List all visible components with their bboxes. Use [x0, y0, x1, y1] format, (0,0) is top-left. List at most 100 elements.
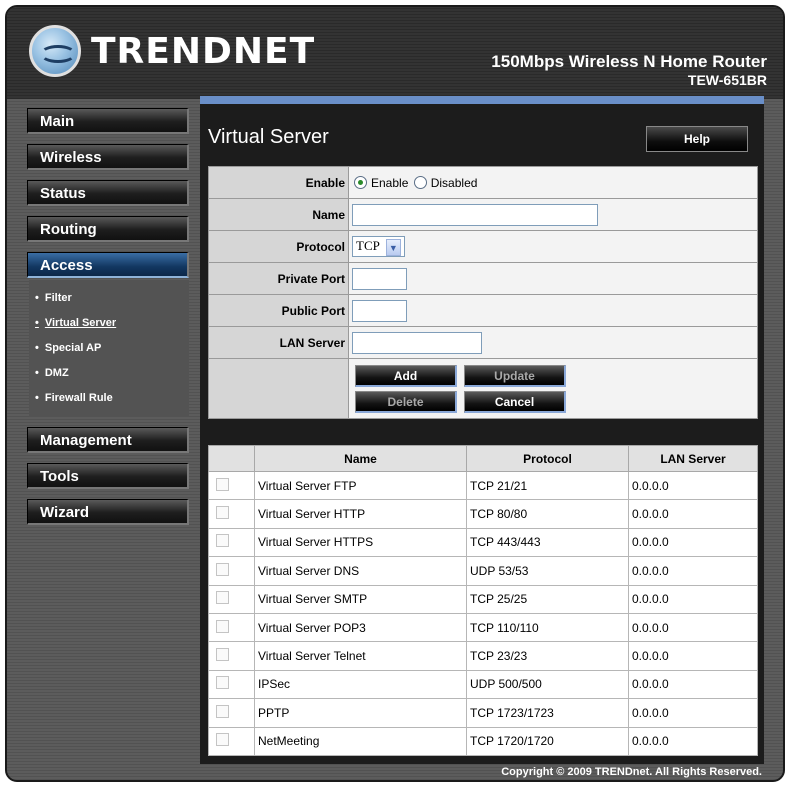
nav-wizard[interactable]: Wizard: [27, 499, 189, 525]
row-lan-server: 0.0.0.0: [628, 556, 758, 586]
row-protocol: TCP 23/23: [466, 641, 629, 671]
row-name: Virtual Server FTP: [254, 470, 467, 501]
row-protocol: TCP 1723/1723: [466, 698, 629, 728]
table-row[interactable]: PPTP TCP 1723/1723 0.0.0.0: [208, 698, 758, 728]
disable-radio-label: Disabled: [430, 175, 478, 190]
bullet-icon: •: [35, 292, 39, 304]
table-row[interactable]: Virtual Server POP3 TCP 110/110 0.0.0.0: [208, 612, 758, 643]
private-port-row: Private Port: [208, 262, 758, 295]
brand-name: TRENDNET: [91, 30, 316, 72]
table-row[interactable]: NetMeeting TCP 1720/1720 0.0.0.0: [208, 726, 758, 756]
bullet-icon: •: [35, 367, 39, 379]
nav-management[interactable]: Management: [27, 427, 189, 453]
row-checkbox[interactable]: [216, 676, 229, 690]
update-button[interactable]: Update: [464, 364, 566, 387]
product-info: 150Mbps Wireless N Home Router TEW-651BR: [491, 52, 767, 88]
virtual-server-form: Enable Enable Disabled Name Protocol TCP…: [208, 166, 758, 419]
subnav-firewall-rule[interactable]: • Firewall Rule: [35, 386, 189, 411]
public-port-input[interactable]: [352, 299, 407, 322]
delete-button[interactable]: Delete: [355, 390, 457, 413]
brand-logo: TRENDNET: [29, 25, 315, 77]
row-protocol: TCP 110/110: [466, 612, 629, 643]
row-protocol: UDP 500/500: [466, 669, 629, 700]
name-input[interactable]: [352, 203, 598, 226]
row-lan-server: 0.0.0.0: [628, 698, 758, 728]
row-protocol: TCP 1720/1720: [466, 726, 629, 756]
nav-routing[interactable]: Routing: [27, 216, 189, 242]
row-checkbox[interactable]: [216, 506, 229, 520]
subnav-special-ap[interactable]: • Special AP: [35, 336, 189, 361]
subnav-virtual-server[interactable]: • Virtual Server: [35, 311, 189, 336]
row-name: IPSec: [254, 669, 467, 700]
row-checkbox[interactable]: [216, 704, 229, 718]
table-row[interactable]: Virtual Server HTTP TCP 80/80 0.0.0.0: [208, 499, 758, 529]
nav-wireless[interactable]: Wireless: [27, 144, 189, 170]
bullet-icon: •: [35, 317, 39, 329]
row-name: Virtual Server Telnet: [254, 641, 467, 671]
disable-radio[interactable]: [413, 175, 427, 189]
row-lan-server: 0.0.0.0: [628, 641, 758, 671]
virtual-server-table: Name Protocol LAN Server Virtual Server …: [208, 445, 758, 756]
nav-tools[interactable]: Tools: [27, 463, 189, 489]
subnav-special-ap-label: Special AP: [44, 342, 102, 354]
nav-access[interactable]: Access: [27, 252, 189, 278]
protocol-selected-value: TCP: [356, 238, 380, 253]
row-checkbox[interactable]: [216, 477, 229, 491]
row-lan-server: 0.0.0.0: [628, 584, 758, 614]
cancel-button[interactable]: Cancel: [464, 390, 566, 413]
private-port-input[interactable]: [352, 267, 407, 290]
table-row[interactable]: Virtual Server HTTPS TCP 443/443 0.0.0.0: [208, 527, 758, 558]
row-lan-server: 0.0.0.0: [628, 499, 758, 529]
action-spacer: [208, 358, 349, 419]
table-row[interactable]: Virtual Server FTP TCP 21/21 0.0.0.0: [208, 470, 758, 501]
lan-server-column-header: LAN Server: [628, 445, 758, 472]
row-protocol: TCP 443/443: [466, 527, 629, 558]
nav-main[interactable]: Main: [27, 108, 189, 134]
protocol-column-header: Protocol: [466, 445, 629, 472]
add-button[interactable]: Add: [355, 364, 457, 387]
row-name: Virtual Server HTTPS: [254, 527, 467, 558]
public-port-label: Public Port: [208, 294, 349, 327]
table-row[interactable]: Virtual Server DNS UDP 53/53 0.0.0.0: [208, 556, 758, 586]
row-protocol: TCP 80/80: [466, 499, 629, 529]
subnav-firewall-rule-label: Firewall Rule: [44, 392, 113, 404]
row-lan-server: 0.0.0.0: [628, 470, 758, 501]
subnav-filter[interactable]: • Filter: [35, 286, 189, 311]
lan-server-row: LAN Server: [208, 326, 758, 359]
table-row[interactable]: Virtual Server Telnet TCP 23/23 0.0.0.0: [208, 641, 758, 671]
row-name: PPTP: [254, 698, 467, 728]
row-name: Virtual Server DNS: [254, 556, 467, 586]
row-checkbox[interactable]: [216, 733, 229, 747]
enable-row: Enable Enable Disabled: [208, 166, 758, 199]
help-button[interactable]: Help: [646, 126, 748, 152]
row-protocol: UDP 53/53: [466, 556, 629, 586]
subnav-dmz[interactable]: • DMZ: [35, 361, 189, 386]
chevron-down-icon[interactable]: ▼: [385, 238, 401, 256]
table-row[interactable]: IPSec UDP 500/500 0.0.0.0: [208, 669, 758, 700]
row-checkbox[interactable]: [216, 534, 229, 548]
row-checkbox[interactable]: [216, 648, 229, 662]
access-submenu: • Filter • Virtual Server • Special AP • DMZ…: [29, 280, 189, 417]
row-checkbox[interactable]: [216, 562, 229, 576]
nav-status[interactable]: Status: [27, 180, 189, 206]
row-checkbox[interactable]: [216, 619, 229, 633]
enable-radio-label: Enable: [371, 175, 409, 190]
page-title: Virtual Server: [208, 126, 329, 148]
action-row: Add Update Delete Cancel: [208, 358, 758, 419]
row-name: Virtual Server SMTP: [254, 584, 467, 614]
copyright-text: Copyright © 2009 TRENDnet. All Rights Re…: [501, 766, 762, 778]
action-buttons: Add Update Delete Cancel: [348, 358, 758, 419]
protocol-select[interactable]: TCP ▼: [352, 236, 405, 257]
row-checkbox[interactable]: [216, 591, 229, 605]
enable-options: Enable Disabled: [348, 166, 758, 199]
lan-server-input[interactable]: [352, 331, 482, 354]
enable-radio[interactable]: [354, 175, 367, 189]
protocol-row: Protocol TCP ▼: [208, 230, 758, 263]
header-bar: TRENDNET 150Mbps Wireless N Home Router …: [7, 7, 783, 99]
bullet-icon: •: [35, 342, 39, 354]
table-row[interactable]: Virtual Server SMTP TCP 25/25 0.0.0.0: [208, 584, 758, 614]
main-panel: Virtual Server Help Enable Enable Disabl…: [200, 96, 764, 764]
row-lan-server: 0.0.0.0: [628, 669, 758, 700]
row-lan-server: 0.0.0.0: [628, 612, 758, 643]
select-column-header: [208, 445, 255, 472]
